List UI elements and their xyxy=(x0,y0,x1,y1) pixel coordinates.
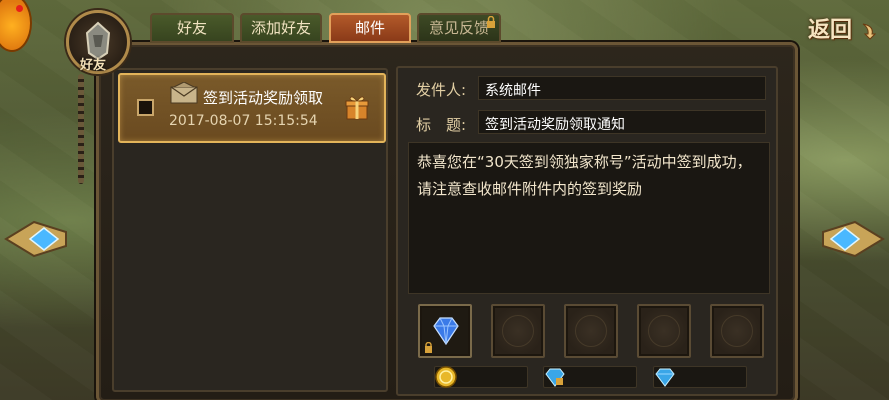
gold-coin-icon xyxy=(435,366,457,388)
tab-feedback[interactable]: 意见反馈 xyxy=(417,13,501,43)
sender-value: 系统邮件 xyxy=(478,76,766,100)
tab-add-friend-label: 添加好友 xyxy=(250,19,311,37)
mail-body-text: 恭喜您在“30天签到领独家称号”活动中签到成功，请注意查收邮件附件内的签到奖励 xyxy=(408,142,770,294)
next-arrow-icon[interactable] xyxy=(815,214,885,264)
mail-item-time: 2017-08-07 15:15:54 xyxy=(169,113,318,129)
tab-add-friend[interactable]: 添加好友 xyxy=(240,13,322,43)
attachment-slot[interactable] xyxy=(418,304,472,358)
attachment-slot[interactable] xyxy=(710,304,764,358)
subject-value: 签到活动奖励领取通知 xyxy=(478,110,766,134)
lock-icon xyxy=(425,342,432,353)
chain-decoration xyxy=(78,74,84,184)
tab-friends-label: 好友 xyxy=(176,19,207,37)
attachment-slot[interactable] xyxy=(637,304,691,358)
notification-dot xyxy=(16,5,23,12)
tab-friends[interactable]: 好友 xyxy=(150,13,234,43)
subject-label: 标 题: xyxy=(416,116,467,134)
attachment-slot[interactable] xyxy=(564,304,618,358)
back-arrow-icon xyxy=(862,23,876,40)
lock-icon xyxy=(487,16,495,28)
mail-select-checkbox[interactable] xyxy=(137,99,154,116)
previous-arrow-icon[interactable] xyxy=(4,214,74,264)
back-button[interactable]: 返回 xyxy=(808,12,876,44)
tab-mail-label: 邮件 xyxy=(354,19,385,37)
emblem-label: 好友 xyxy=(80,58,107,73)
tab-feedback-label: 意见反馈 xyxy=(428,19,489,37)
diamond-icon xyxy=(655,368,675,387)
tab-mail[interactable]: 邮件 xyxy=(329,13,411,43)
gift-icon xyxy=(345,96,369,120)
envelope-icon xyxy=(170,82,198,104)
attachment-slot[interactable] xyxy=(491,304,545,358)
mail-item-title: 签到活动奖励领取 xyxy=(203,89,324,107)
back-label: 返回 xyxy=(808,18,853,43)
bound-diamond-icon xyxy=(545,368,565,387)
sender-label: 发件人: xyxy=(416,81,467,99)
